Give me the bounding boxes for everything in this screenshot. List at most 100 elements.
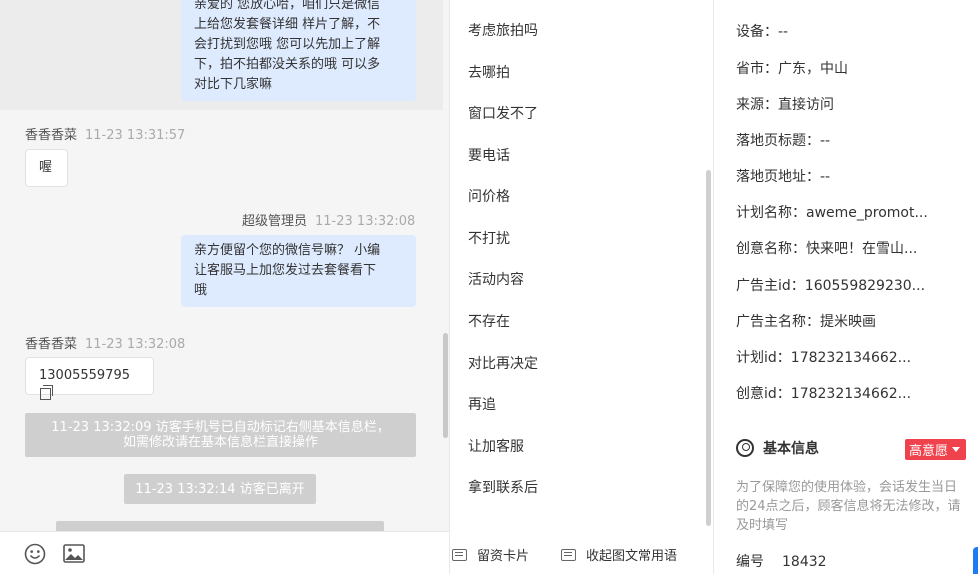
info-value: 18432 <box>782 554 827 570</box>
copy-icon[interactable] <box>40 385 53 400</box>
quick-reply-item[interactable]: 去哪拍 <box>468 62 510 82</box>
smile-icon[interactable] <box>24 543 46 565</box>
info-value: 178232134662... <box>790 350 912 366</box>
caret-down-icon <box>952 447 961 452</box>
info-row-landing-title: 落地页标题：-- <box>736 130 956 150</box>
quick-reply-item[interactable]: 窗口发不了 <box>468 103 538 123</box>
info-label: 计划id： <box>736 350 791 366</box>
info-label: 设备： <box>736 24 778 40</box>
info-row-creative-id: 创意id：178232134662... <box>736 383 956 403</box>
quick-reply-scrollbar[interactable] <box>706 170 711 526</box>
info-row-plan-id: 计划id：178232134662... <box>736 347 956 367</box>
message-line: 对比下几家嘛 <box>194 77 273 92</box>
notice-line: 如需修改请在基本信息栏直接操作 <box>122 435 318 450</box>
info-row-number: 编号 18432 <box>736 551 956 571</box>
system-notice: 11-23 13:32:14 访客已离开 <box>124 474 316 504</box>
sender-name: 超级管理员 <box>242 214 308 229</box>
notice-line: 11-23 13:32:09 访客手机号已自动标记右侧基本信息栏， <box>51 420 390 435</box>
side-float-button[interactable] <box>973 547 978 574</box>
quick-reply-item[interactable]: 活动内容 <box>468 269 524 289</box>
info-row-device: 设备：-- <box>736 21 956 41</box>
image-icon[interactable] <box>63 544 85 563</box>
sender-name: 香香香菜 <box>25 128 78 143</box>
quick-reply-item[interactable]: 再追 <box>468 394 496 414</box>
info-value: aweme_promot... <box>806 205 928 221</box>
quick-reply-item[interactable]: 问价格 <box>468 186 510 206</box>
message-text: 13005559795 <box>39 368 130 383</box>
section-title: 基本信息 <box>763 441 819 457</box>
message-line: 亲爱的 您放心哈，咱们只是微信 <box>194 0 381 12</box>
info-value: -- <box>820 169 831 185</box>
info-value: -- <box>820 133 831 149</box>
quick-reply-panel: 考虑旅拍吗 去哪拍 窗口发不了 要电话 问价格 不打扰 活动内容 不存在 对比再… <box>450 0 714 574</box>
chat-panel: 亲爱的 您放心哈，咱们只是微信 上给您发套餐详细 样片了解，不 会打扰到您哦 您… <box>0 0 450 574</box>
info-value: 快来吧！在雪山... <box>806 241 918 257</box>
collapse-phrases-label: 收起图文常用语 <box>586 549 678 564</box>
info-label: 落地页标题： <box>736 133 820 149</box>
system-notice: .... <box>56 521 384 531</box>
info-row-creative-name: 创意名称：快来吧！在雪山... <box>736 238 956 258</box>
edit-notice: 为了保障您的使用体验，会话发生当日的24点之后，顾客信息将无法修改，请及时填写 <box>736 480 961 533</box>
chat-toolbar <box>0 531 449 574</box>
visitor-message-bubble: 喔 <box>25 149 68 187</box>
agent-message-bubble: 亲爱的 您放心哈，咱们只是微信 上给您发套餐详细 样片了解，不 会打扰到您哦 您… <box>181 0 416 101</box>
info-row-landing-url: 落地页地址：-- <box>736 166 956 186</box>
sender-name: 香香香菜 <box>25 337 78 352</box>
intent-level-dropdown[interactable]: 高意愿 <box>905 439 967 460</box>
quick-reply-item[interactable]: 拿到联系后 <box>468 477 538 497</box>
info-value: 直接访问 <box>778 97 834 113</box>
user-icon <box>736 439 754 457</box>
info-label: 计划名称： <box>736 205 806 221</box>
lead-card-button[interactable]: 留资卡片 <box>452 545 529 564</box>
info-label: 创意id： <box>736 386 791 402</box>
info-row-advertiser-name: 广告主名称：提米映画 <box>736 311 956 331</box>
message-time: 11-23 13:31:57 <box>85 128 186 143</box>
notice-text: 11-23 13:32:14 访客已离开 <box>135 481 305 497</box>
system-notice: 11-23 13:32:09 访客手机号已自动标记右侧基本信息栏， 如需修改请在… <box>25 413 416 457</box>
info-row-source: 来源：直接访问 <box>736 94 956 114</box>
message-line: 上给您发套餐详细 样片了解，不 <box>194 17 381 32</box>
message-meta: 香香香菜 11-23 13:32:08 <box>25 333 185 352</box>
basic-info-header: 基本信息 <box>736 438 819 458</box>
message-line: 下，拍不拍都没关系的哦 可以多 <box>194 57 381 72</box>
message-meta: 超级管理员 11-23 13:32:08 <box>242 210 415 229</box>
message-icon <box>561 548 576 561</box>
message-icon <box>452 548 467 561</box>
visitor-message-bubble: 13005559795 <box>25 357 154 400</box>
info-label: 落地页地址： <box>736 169 820 185</box>
message-line: 会打扰到您哦 您可以先加上了解 <box>194 37 381 52</box>
message-time: 11-23 13:32:08 <box>315 214 416 229</box>
quick-reply-item[interactable]: 对比再决定 <box>468 353 538 373</box>
info-value: -- <box>778 24 789 40</box>
message-text: 喔 <box>39 160 53 175</box>
info-value: 广东，中山 <box>778 61 848 77</box>
info-value: 提米映画 <box>820 314 876 330</box>
message-meta: 香香香菜 11-23 13:31:57 <box>25 124 185 143</box>
info-value: 160559829230... <box>804 278 926 294</box>
visitor-info-panel: 设备：-- 省市：广东，中山 来源：直接访问 落地页标题：-- 落地页地址：--… <box>714 0 978 574</box>
quick-reply-item[interactable]: 不打扰 <box>468 228 510 248</box>
info-label: 来源： <box>736 97 778 113</box>
info-label: 广告主id： <box>736 278 805 294</box>
collapse-phrases-button[interactable]: 收起图文常用语 <box>561 545 677 564</box>
info-row-province: 省市：广东，中山 <box>736 58 956 78</box>
message-line: 亲方便留个您的微信号嘛？ 小编 <box>194 243 381 258</box>
info-row-advertiser-id: 广告主id：160559829230... <box>736 275 956 295</box>
info-label: 省市： <box>736 61 778 77</box>
info-value: 178232134662... <box>790 386 912 402</box>
message-line: 让客服马上加您发过去套餐看下 <box>194 263 377 278</box>
chat-scrollbar[interactable] <box>443 333 448 438</box>
message-time: 11-23 13:32:08 <box>85 337 186 352</box>
quick-reply-item[interactable]: 考虑旅拍吗 <box>468 20 538 40</box>
quick-reply-item[interactable]: 要电话 <box>468 145 510 165</box>
info-label: 广告主名称： <box>736 314 820 330</box>
quick-reply-item[interactable]: 让加客服 <box>468 436 524 456</box>
lead-card-label: 留资卡片 <box>477 549 530 564</box>
intent-level-label: 高意愿 <box>909 444 949 459</box>
quick-reply-item[interactable]: 不存在 <box>468 311 510 331</box>
info-row-plan-name: 计划名称：aweme_promot... <box>736 202 956 222</box>
agent-message-bubble: 亲方便留个您的微信号嘛？ 小编 让客服马上加您发过去套餐看下 哦 <box>181 235 416 307</box>
info-label: 编号 <box>736 554 764 570</box>
chat-history[interactable]: 亲爱的 您放心哈，咱们只是微信 上给您发套餐详细 样片了解，不 会打扰到您哦 您… <box>0 0 449 531</box>
message-line: 哦 <box>194 283 208 298</box>
